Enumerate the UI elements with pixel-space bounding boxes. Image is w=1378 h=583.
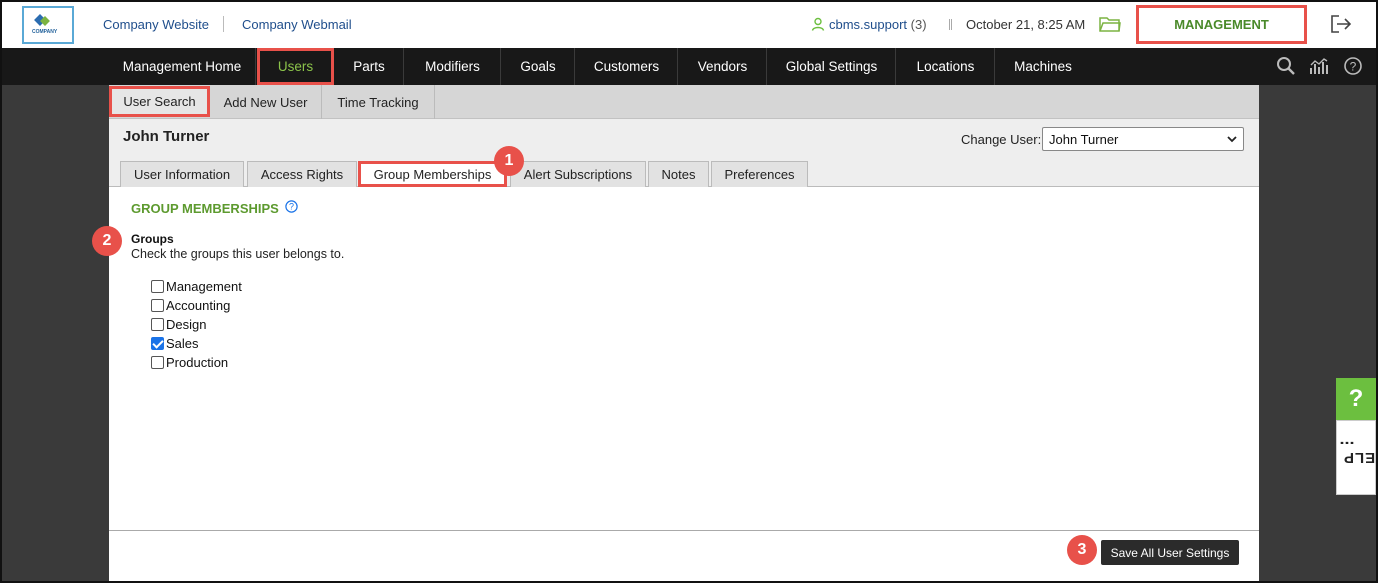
nav-vendors[interactable]: Vendors bbox=[679, 48, 767, 85]
page-title: John Turner bbox=[123, 128, 210, 145]
search-icon[interactable] bbox=[1276, 56, 1296, 76]
nav-goals[interactable]: Goals bbox=[502, 48, 575, 85]
divider bbox=[223, 16, 224, 32]
tab-alert-subscriptions[interactable]: Alert Subscriptions bbox=[510, 161, 646, 187]
step-badge-1: 1 bbox=[494, 146, 524, 176]
username: cbms.support bbox=[829, 17, 908, 32]
user-icon bbox=[811, 17, 825, 31]
help-side-tab[interactable]: ? HELP ⋮ bbox=[1336, 378, 1378, 495]
group-checkbox-production[interactable]: Production bbox=[151, 355, 228, 370]
group-checkbox-accounting[interactable]: Accounting bbox=[151, 298, 230, 313]
tab-group-memberships[interactable]: Group Memberships bbox=[358, 161, 507, 187]
chevron-down-icon bbox=[1227, 136, 1237, 143]
help-question-icon[interactable]: ? bbox=[1336, 378, 1376, 420]
company-webmail-link[interactable]: Company Webmail bbox=[242, 17, 352, 32]
top-bar: COMPANY Company Website Company Webmail … bbox=[0, 0, 1378, 48]
save-all-user-settings-button[interactable]: Save All User Settings bbox=[1101, 540, 1239, 565]
tab-notes[interactable]: Notes bbox=[648, 161, 709, 187]
sub-nav: User Search Add New User Time Tracking bbox=[109, 85, 1259, 119]
group-checkbox-management[interactable]: Management bbox=[151, 279, 242, 294]
nav-global-settings[interactable]: Global Settings bbox=[768, 48, 896, 85]
svg-text:?: ? bbox=[1350, 60, 1357, 74]
step-badge-2: 2 bbox=[92, 226, 122, 256]
logo-text: COMPANY bbox=[32, 29, 58, 35]
company-logo[interactable]: COMPANY bbox=[22, 6, 74, 44]
divider bbox=[949, 19, 952, 30]
step-badge-3: 3 bbox=[1067, 535, 1097, 565]
checkbox-checked[interactable] bbox=[151, 337, 164, 350]
subtab-time-tracking[interactable]: Time Tracking bbox=[322, 85, 435, 119]
group-label: Sales bbox=[166, 336, 199, 351]
user-account-link[interactable]: cbms.support (3) bbox=[829, 17, 927, 32]
nav-customers[interactable]: Customers bbox=[576, 48, 678, 85]
change-user-label: Change User: bbox=[961, 132, 1042, 147]
datetime: October 21, 8:25 AM bbox=[966, 17, 1086, 32]
user-count: (3) bbox=[910, 17, 927, 32]
management-button[interactable]: MANAGEMENT bbox=[1136, 5, 1307, 44]
main-nav: Management Home Users Parts Modifiers Go… bbox=[0, 48, 1378, 85]
group-label: Management bbox=[166, 279, 242, 294]
main-content: GROUP MEMBERSHIPS ? Groups Check the gro… bbox=[109, 187, 1259, 530]
right-gutter bbox=[1259, 85, 1378, 583]
help-label-box[interactable]: HELP ⋮ bbox=[1336, 420, 1378, 495]
nav-users[interactable]: Users bbox=[257, 48, 334, 85]
help-label: HELP ⋮ bbox=[1338, 435, 1378, 466]
nav-modifiers[interactable]: Modifiers bbox=[405, 48, 501, 85]
info-help-icon[interactable]: ? bbox=[285, 200, 298, 213]
svg-text:?: ? bbox=[289, 202, 294, 212]
change-user-value: John Turner bbox=[1049, 131, 1119, 147]
group-checkbox-sales[interactable]: Sales bbox=[151, 336, 199, 351]
group-label: Production bbox=[166, 355, 229, 370]
group-label: Design bbox=[166, 317, 207, 332]
left-gutter bbox=[0, 85, 109, 583]
tab-access-rights[interactable]: Access Rights bbox=[247, 161, 357, 187]
checkbox[interactable] bbox=[151, 299, 164, 312]
folder-icon[interactable] bbox=[1099, 15, 1121, 33]
tab-user-information[interactable]: User Information bbox=[120, 161, 244, 187]
groups-description: Check the groups this user belongs to. bbox=[131, 247, 345, 261]
nav-locations[interactable]: Locations bbox=[897, 48, 995, 85]
groups-title: Groups bbox=[131, 232, 174, 246]
chart-icon[interactable] bbox=[1309, 56, 1329, 76]
checkbox[interactable] bbox=[151, 280, 164, 293]
logo-mark-icon: COMPANY bbox=[30, 12, 66, 38]
section-title: GROUP MEMBERSHIPS bbox=[131, 201, 279, 216]
logout-icon[interactable] bbox=[1330, 14, 1352, 34]
tab-row: User Information Access Rights Group Mem… bbox=[109, 160, 1259, 187]
checkbox[interactable] bbox=[151, 318, 164, 331]
help-circle-icon[interactable]: ? bbox=[1343, 56, 1363, 76]
tab-preferences[interactable]: Preferences bbox=[711, 161, 808, 187]
checkbox[interactable] bbox=[151, 356, 164, 369]
company-website-link[interactable]: Company Website bbox=[103, 17, 209, 32]
group-checkbox-design[interactable]: Design bbox=[151, 317, 206, 332]
nav-parts[interactable]: Parts bbox=[335, 48, 404, 85]
change-user-select[interactable]: John Turner bbox=[1042, 127, 1244, 151]
nav-machines[interactable]: Machines bbox=[996, 48, 1090, 85]
subtab-add-new-user[interactable]: Add New User bbox=[210, 85, 322, 119]
nav-management-home[interactable]: Management Home bbox=[109, 48, 256, 85]
subtab-user-search[interactable]: User Search bbox=[109, 86, 210, 117]
group-label: Accounting bbox=[166, 298, 231, 313]
